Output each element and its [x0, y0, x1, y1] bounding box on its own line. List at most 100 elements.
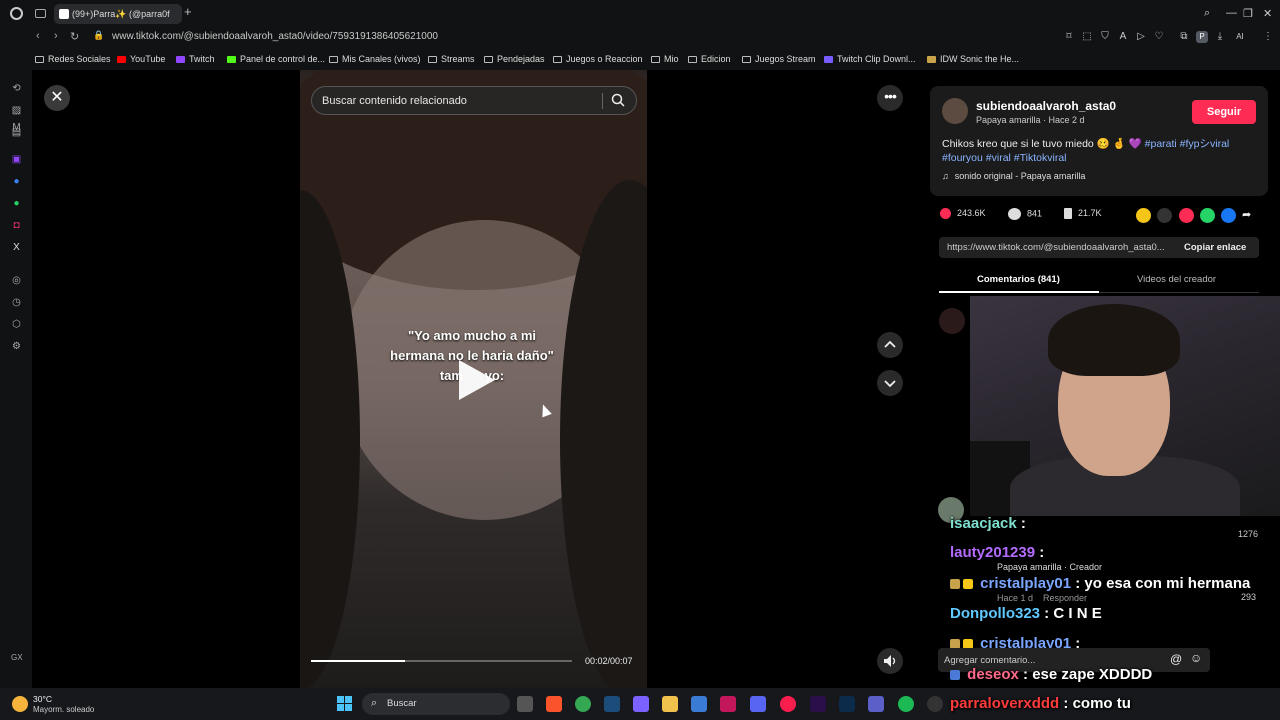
bookmark-item[interactable]: Mio [651, 54, 679, 64]
tab-comments[interactable]: Comentarios (841) [977, 274, 1060, 285]
bookmark-item[interactable]: Streams [428, 54, 475, 64]
copilot-icon[interactable] [633, 696, 649, 712]
close-button[interactable]: ✕ [44, 85, 70, 111]
photoshop-icon[interactable] [839, 696, 855, 712]
screenshot-icon[interactable]: ⬚ [1081, 31, 1093, 43]
avatar[interactable] [942, 98, 968, 124]
shield-icon[interactable]: ⛉ [1099, 31, 1111, 43]
instagram-icon[interactable]: ◘ [10, 219, 23, 232]
opera-gx-icon[interactable] [780, 696, 796, 712]
mention-icon[interactable]: @ [1170, 652, 1182, 666]
heart-icon[interactable]: ♡ [1153, 31, 1165, 43]
related-search-input[interactable] [322, 93, 592, 109]
vegas-icon[interactable] [604, 696, 620, 712]
minimize-icon[interactable]: — [1226, 7, 1237, 19]
profile-avatar[interactable]: P [1196, 31, 1208, 43]
taskbar-search[interactable]: ⌕ Buscar [362, 693, 510, 715]
search-tabs-icon[interactable]: ⌕ [1204, 7, 1210, 20]
task-view-icon[interactable] [517, 696, 533, 712]
play-extension-icon[interactable]: ▷ [1135, 31, 1147, 43]
player-icon[interactable]: ◎ [10, 274, 23, 287]
add-comment-input[interactable] [944, 653, 1144, 667]
bookmark-item[interactable]: Pendejadas [484, 54, 545, 64]
next-video-button[interactable] [877, 370, 903, 396]
extensions-sidebar-icon[interactable]: ⬡ [10, 318, 23, 331]
bookmark-item[interactable]: Edicion [688, 54, 731, 64]
back-icon[interactable]: ‹ [36, 30, 40, 42]
tab-active[interactable]: (99+)Parra✨ (@parra0f [54, 4, 182, 24]
tab-overview-icon[interactable] [35, 9, 46, 18]
follow-button[interactable]: Seguir [1192, 100, 1256, 124]
tab-creator-videos[interactable]: Videos del creador [1137, 274, 1216, 285]
bookmark-item[interactable]: Redes Sociales [35, 54, 111, 64]
history-icon[interactable]: ⟲ [10, 82, 23, 95]
volume-button[interactable] [877, 648, 903, 674]
weather-sun-icon[interactable] [12, 696, 28, 712]
comment-stat[interactable]: 841 [1008, 208, 1042, 220]
caption-tags[interactable]: #parati #fypシviral [1145, 138, 1230, 150]
coin-share-icon[interactable] [1136, 208, 1151, 223]
extensions-icon[interactable]: ⧉ [1178, 31, 1190, 43]
close-window-icon[interactable]: ✕ [1263, 7, 1272, 20]
bookmark-item[interactable]: Mis Canales (vivos) [329, 54, 421, 64]
post-link[interactable]: https://www.tiktok.com/@subiendoaalvaroh… [947, 242, 1172, 253]
windows-logo-icon [345, 696, 352, 703]
store-icon[interactable] [691, 696, 707, 712]
x-icon[interactable]: X [10, 241, 23, 254]
commenter-avatar[interactable] [939, 308, 965, 334]
spotify-icon[interactable] [898, 696, 914, 712]
bookmark-item[interactable]: YouTube [117, 54, 165, 64]
settings-icon[interactable]: ⚙ [10, 340, 23, 353]
bookmark-item[interactable]: Twitch Clip Downl... [824, 54, 916, 64]
clock-icon[interactable]: ◷ [10, 296, 23, 309]
music-row[interactable]: ♫ sonido original - Papaya amarilla [942, 171, 1085, 181]
save-stat[interactable]: 21.7K [1064, 208, 1102, 220]
maximize-icon[interactable]: ❐ [1243, 7, 1253, 20]
chat-username: Donpollo323 [950, 605, 1041, 622]
translate-icon[interactable]: A [1117, 31, 1129, 43]
bookmark-item[interactable]: IDW Sonic the He... [927, 54, 1019, 64]
embed-icon[interactable] [1157, 208, 1172, 223]
m-icon[interactable]: M [10, 121, 23, 134]
like-stat[interactable]: 243.6K [940, 208, 986, 220]
teams-icon[interactable] [868, 696, 884, 712]
forward-share-icon[interactable]: ➦ [1242, 208, 1257, 223]
menu-icon[interactable]: ⋮ [1262, 31, 1274, 43]
app-icon[interactable] [720, 696, 736, 712]
forward-icon[interactable]: › [54, 30, 58, 42]
progress-bar[interactable] [311, 660, 572, 662]
copy-link-button[interactable]: Copiar enlace [1184, 242, 1246, 253]
reload-icon[interactable]: ↻ [70, 30, 79, 43]
new-tab-icon[interactable]: + [184, 4, 196, 19]
browser-logo-icon[interactable] [10, 7, 23, 20]
bookmark-item[interactable]: Panel de control de... [227, 54, 325, 64]
url-text[interactable]: www.tiktok.com/@subiendoaalvaroh_asta0/v… [112, 31, 438, 42]
obs-icon[interactable] [927, 696, 943, 712]
file-explorer-icon[interactable] [662, 696, 678, 712]
search-icon[interactable] [611, 93, 625, 107]
download-icon[interactable]: ⤓ [1214, 31, 1226, 43]
chrome-icon[interactable] [575, 696, 591, 712]
bookmark-item[interactable]: Juegos Stream [742, 54, 816, 64]
messenger-icon[interactable]: ● [10, 175, 23, 188]
bookmark-page-icon[interactable]: ⌑ [1063, 31, 1075, 43]
facebook-share-icon[interactable] [1221, 208, 1236, 223]
emoji-icon[interactable]: ☺ [1190, 651, 1202, 665]
caption-tags[interactable]: #fouryou #viral #Tiktokviral [942, 152, 1067, 164]
bookmark-item[interactable]: Twitch [176, 54, 215, 64]
brave-icon[interactable] [546, 696, 562, 712]
ai-icon[interactable]: AI [1234, 31, 1246, 43]
more-options-button[interactable]: ••• [877, 85, 903, 111]
send-icon[interactable] [1179, 208, 1194, 223]
whatsapp-icon[interactable]: ● [10, 197, 23, 210]
whatsapp-share-icon[interactable] [1200, 208, 1215, 223]
discord-icon[interactable] [750, 696, 766, 712]
start-button[interactable] [337, 696, 353, 712]
bookmark-item[interactable]: Juegos o Reaccion [553, 54, 643, 64]
twitch-sidebar-icon[interactable]: ▣ [10, 153, 23, 166]
username[interactable]: subiendoaalvaroh_asta0 [976, 99, 1116, 113]
pinboard-icon[interactable]: ▨ [10, 104, 23, 117]
previous-video-button[interactable] [877, 332, 903, 358]
premiere-icon[interactable] [810, 696, 826, 712]
play-icon[interactable] [459, 360, 495, 400]
